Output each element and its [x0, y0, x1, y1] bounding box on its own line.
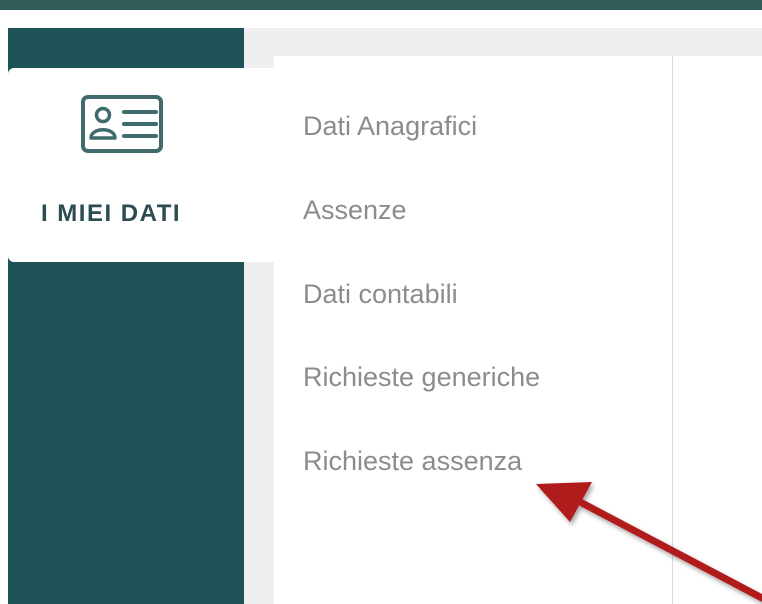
sidebar-item-label: I MIEI DATI: [40, 200, 182, 227]
top-header-spacer: [0, 10, 762, 28]
main-content-area: [673, 56, 762, 604]
submenu-panel: Dati Anagrafici Assenze Dati contabili R…: [274, 56, 673, 604]
app-window: I MIEI DATI Dati Anagrafici Assenze Dati…: [0, 0, 762, 604]
top-header-bar: [0, 0, 762, 10]
submenu-item-dati-anagrafici[interactable]: Dati Anagrafici: [303, 111, 477, 142]
submenu-item-dati-contabili[interactable]: Dati contabili: [303, 279, 458, 310]
id-card-icon: [81, 95, 163, 153]
submenu-item-assenze[interactable]: Assenze: [303, 195, 407, 226]
sidebar-item-i-miei-dati[interactable]: I MIEI DATI: [8, 68, 274, 262]
submenu-item-richieste-assenza[interactable]: Richieste assenza: [303, 446, 522, 477]
submenu-item-richieste-generiche[interactable]: Richieste generiche: [303, 362, 540, 393]
